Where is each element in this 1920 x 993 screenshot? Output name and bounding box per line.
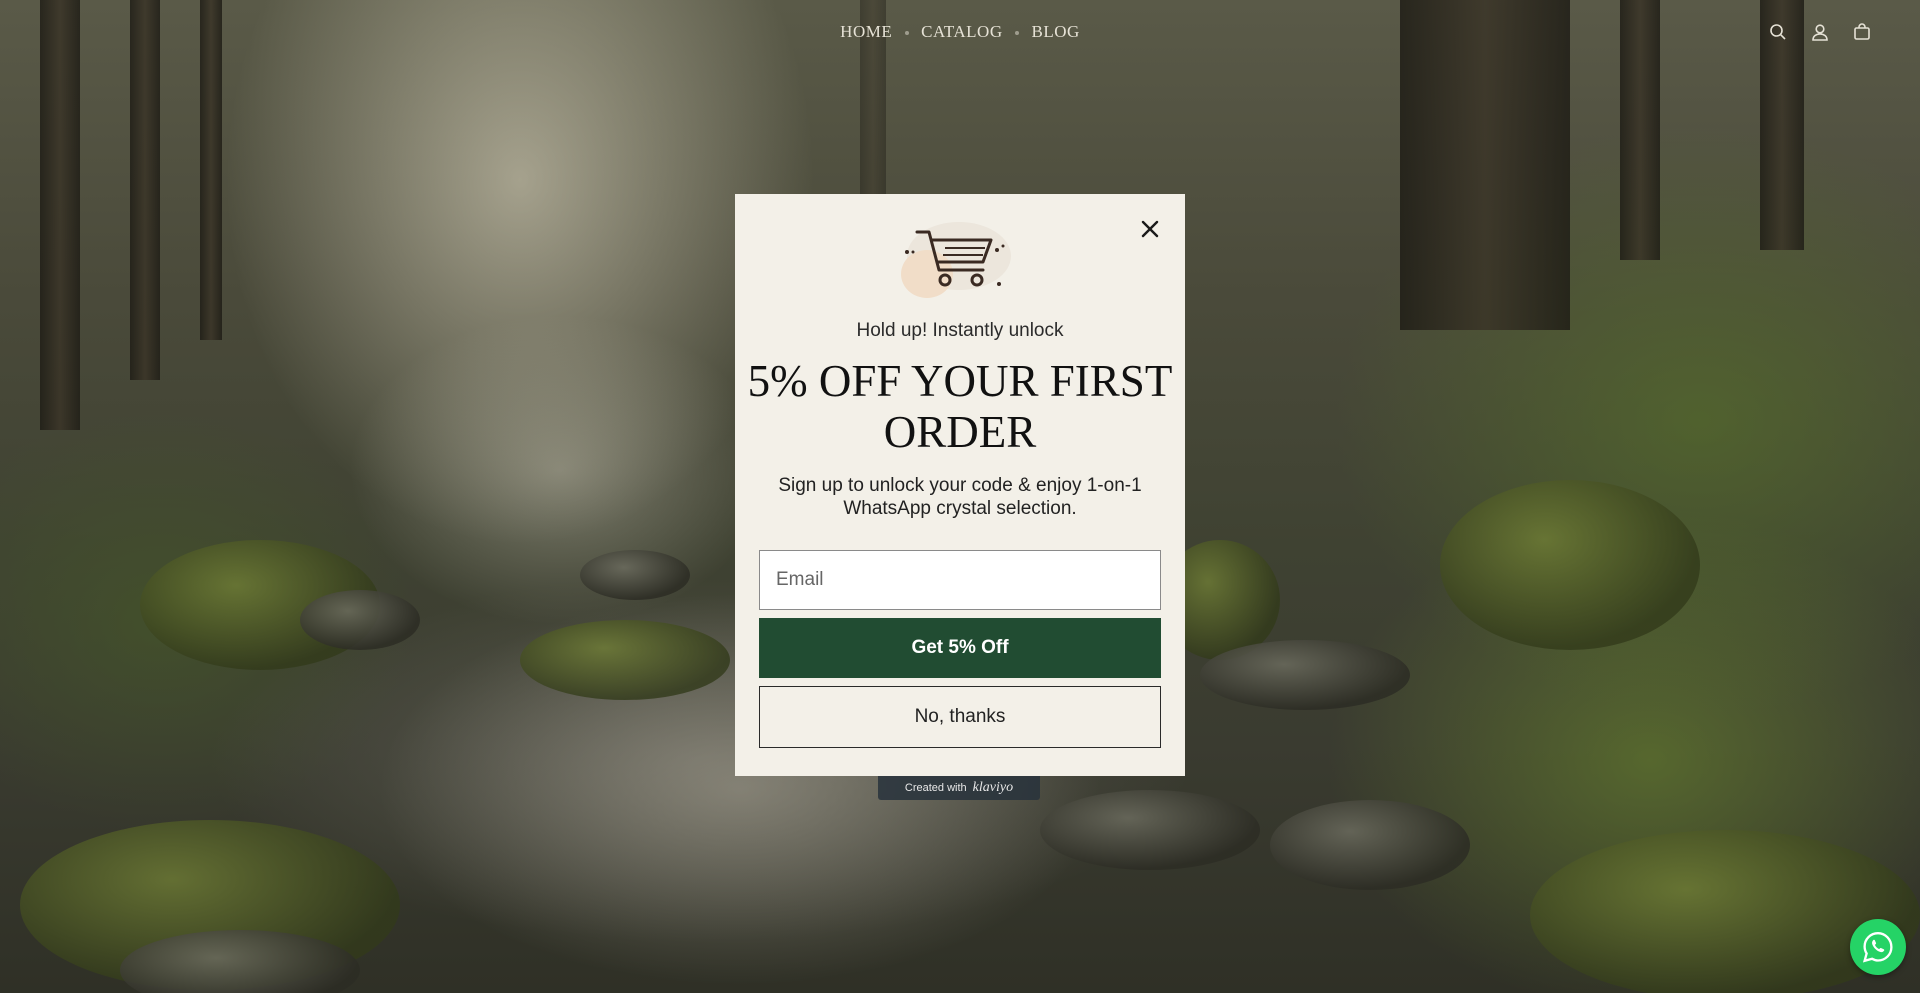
signup-popup: Hold up! Instantly unlock 5% OFF YOUR FI… bbox=[735, 194, 1185, 776]
popup-subtext: Sign up to unlock your code & enjoy 1-on… bbox=[778, 475, 1142, 519]
decline-button[interactable]: No, thanks bbox=[759, 686, 1161, 748]
badge-prefix: Created with bbox=[904, 782, 967, 794]
close-button[interactable] bbox=[1135, 214, 1165, 244]
cart-bag-icon[interactable] bbox=[1852, 22, 1872, 42]
search-icon[interactable] bbox=[1768, 22, 1788, 42]
email-field[interactable] bbox=[759, 550, 1161, 610]
popup-pre-heading: Hold up! Instantly unlock bbox=[856, 320, 1064, 341]
popup-headline: 5% OFF YOUR FIRST ORDER bbox=[747, 356, 1173, 457]
shopping-cart-icon bbox=[901, 222, 1011, 298]
nav-catalog[interactable]: CATALOG bbox=[921, 22, 1002, 41]
site-header: HOME CATALOG BLOG bbox=[0, 0, 1920, 68]
whatsapp-chat-button[interactable] bbox=[1850, 919, 1906, 975]
klaviyo-logo: klaviyo bbox=[972, 780, 1014, 795]
header-icons bbox=[1768, 22, 1872, 42]
main-nav: HOME CATALOG BLOG bbox=[0, 22, 1920, 42]
nav-separator bbox=[904, 30, 909, 35]
nav-separator bbox=[1015, 30, 1020, 35]
nav-blog[interactable]: BLOG bbox=[1032, 22, 1080, 41]
nav-home[interactable]: HOME bbox=[840, 22, 892, 41]
get-discount-button[interactable]: Get 5% Off bbox=[759, 618, 1161, 678]
whatsapp-icon bbox=[1862, 932, 1893, 963]
close-icon bbox=[1141, 220, 1159, 238]
account-icon[interactable] bbox=[1810, 22, 1830, 42]
klaviyo-badge[interactable]: Created with klaviyo bbox=[878, 776, 1040, 800]
